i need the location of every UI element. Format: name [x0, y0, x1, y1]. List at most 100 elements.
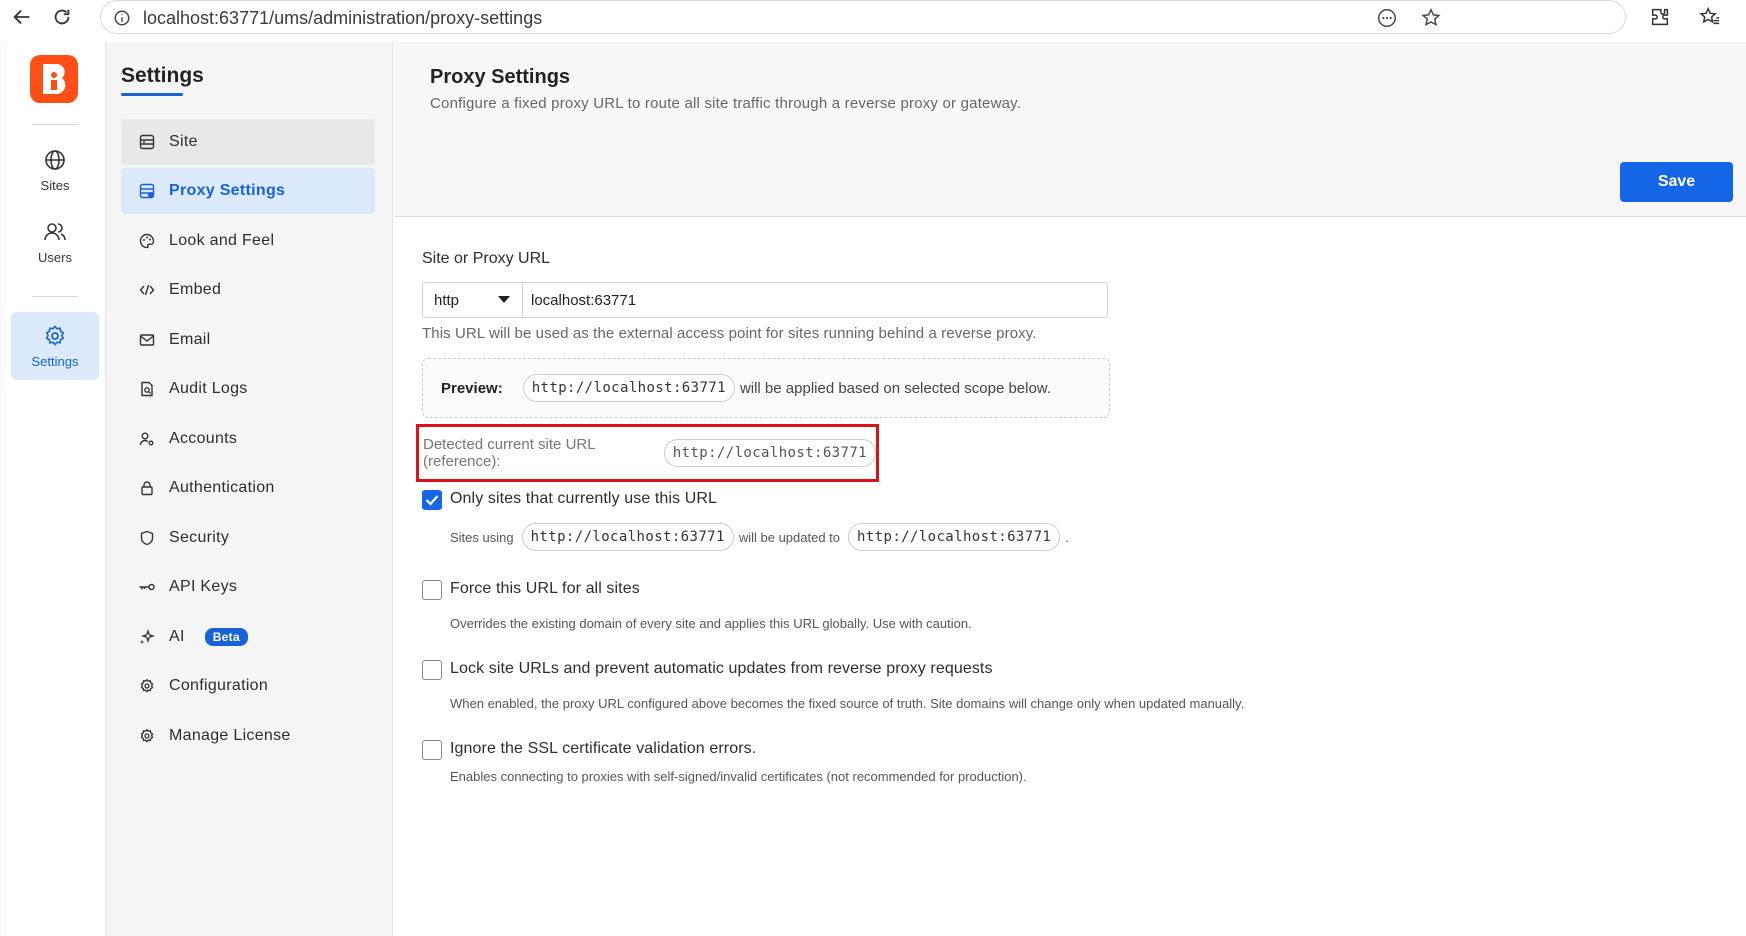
menu-label: AI: [169, 628, 185, 645]
code-icon: [137, 280, 157, 300]
ignore-ssl-checkbox[interactable]: [422, 740, 442, 760]
proxy-icon: [137, 181, 157, 201]
menu-label: Proxy Settings: [169, 182, 286, 199]
menu-label: Accounts: [169, 430, 238, 447]
license-icon: [137, 726, 157, 746]
menu-item-site[interactable]: Site: [121, 119, 375, 165]
menu-item-security[interactable]: Security: [121, 515, 375, 561]
menu-item-ai[interactable]: AI Beta: [121, 614, 375, 660]
palette-icon: [137, 231, 157, 251]
brand-logo[interactable]: [30, 55, 78, 103]
rail-divider: [32, 124, 78, 125]
accounts-icon: [137, 429, 157, 449]
proxy-url-input[interactable]: [523, 283, 1107, 317]
caret-down-icon: [498, 296, 510, 303]
lock-urls-checkbox[interactable]: [422, 660, 442, 680]
bookmark-star-icon[interactable]: [1419, 6, 1443, 30]
site-info-icon[interactable]: [113, 9, 131, 32]
detected-url-chip: http://localhost:63771: [663, 439, 876, 467]
beta-badge: Beta: [204, 628, 248, 646]
menu-label: Configuration: [169, 677, 269, 694]
rail-label-settings: Settings: [31, 353, 79, 369]
address-bar[interactable]: localhost:63771/ums/administration/proxy…: [100, 0, 1626, 34]
menu-label: API Keys: [169, 578, 238, 595]
main-content: Proxy Settings Configure a fixed proxy U…: [394, 42, 1746, 936]
menu-label: Email: [169, 331, 211, 348]
rail-divider: [32, 296, 78, 297]
only-sites-label[interactable]: Only sites that currently use this URL: [450, 490, 717, 508]
protocol-select[interactable]: http: [423, 283, 523, 317]
rail-item-sites[interactable]: Sites: [11, 136, 99, 204]
back-arrow-icon: [13, 9, 30, 25]
settings-title: Settings: [121, 64, 204, 87]
lock-icon: [137, 478, 157, 498]
sites-using-text: Sites using: [450, 529, 514, 545]
menu-label: Audit Logs: [169, 380, 248, 397]
browser-toolbar: localhost:63771/ums/administration/proxy…: [0, 0, 1746, 34]
back-button[interactable]: [8, 3, 36, 31]
protocol-value: http: [434, 291, 460, 309]
address-url[interactable]: localhost:63771/ums/administration/proxy…: [143, 8, 542, 29]
url-help-text: This URL will be used as the external ac…: [422, 325, 1037, 342]
lock-urls-desc: When enabled, the proxy URL configured a…: [450, 696, 1245, 711]
save-button[interactable]: Save: [1620, 162, 1733, 202]
page-subtitle: Configure a fixed proxy URL to route all…: [430, 95, 1022, 112]
gear-icon: [45, 324, 65, 346]
settings-title-underline: [121, 93, 183, 96]
shield-icon: [137, 528, 157, 548]
to-url-chip: http://localhost:63771: [848, 523, 1061, 551]
menu-label: Look and Feel: [169, 232, 275, 249]
reload-icon: [54, 9, 70, 25]
ignore-ssl-desc: Enables connecting to proxies with self-…: [450, 769, 1027, 784]
check-icon: [425, 495, 439, 506]
menu-label: Authentication: [169, 479, 275, 496]
settings-sidebar: Settings Site Proxy Settings Look and Fe…: [106, 42, 393, 936]
menu-item-embed[interactable]: Embed: [121, 267, 375, 313]
menu-item-authentication[interactable]: Authentication: [121, 465, 375, 511]
menu-item-manage-license[interactable]: Manage License: [121, 713, 375, 759]
menu-label: Site: [169, 133, 198, 150]
force-url-label[interactable]: Force this URL for all sites: [450, 580, 640, 598]
rail-label-sites: Sites: [40, 177, 70, 193]
ignore-ssl-label[interactable]: Ignore the SSL certificate validation er…: [450, 740, 756, 758]
preview-label: Preview:: [441, 379, 503, 397]
sites-using-row: Sites using http://localhost:63771 will …: [450, 523, 1069, 551]
page-title: Proxy Settings: [430, 66, 571, 88]
favorites-button[interactable]: [1696, 3, 1724, 31]
reload-button[interactable]: [48, 3, 76, 31]
gear-icon: [137, 676, 157, 696]
audit-icon: [137, 379, 157, 399]
favorites-star-icon: [1699, 6, 1720, 25]
globe-icon: [45, 149, 65, 170]
logo-b-icon: [43, 64, 66, 94]
menu-item-accounts[interactable]: Accounts: [121, 416, 375, 462]
lock-urls-label[interactable]: Lock site URLs and prevent automatic upd…: [450, 660, 993, 678]
preview-box: Preview: http://localhost:63771 will be …: [422, 358, 1110, 418]
menu-item-email[interactable]: Email: [121, 317, 375, 363]
users-icon: [44, 222, 66, 240]
rail-item-settings[interactable]: Settings: [11, 312, 99, 380]
menu-label: Embed: [169, 281, 222, 298]
force-url-desc: Overrides the existing domain of every s…: [450, 616, 972, 631]
updated-to-text: will be updated to: [738, 529, 841, 545]
more-options-icon[interactable]: [1375, 6, 1399, 30]
detected-url-highlight: Detected current site URL (reference): h…: [416, 424, 879, 482]
menu-label: Manage License: [169, 727, 291, 744]
rail-item-users[interactable]: Users: [11, 208, 99, 276]
server-icon: [137, 132, 157, 152]
menu-item-proxy-settings[interactable]: Proxy Settings: [121, 168, 375, 214]
menu-item-look-and-feel[interactable]: Look and Feel: [121, 218, 375, 264]
sparkle-icon: [137, 627, 157, 647]
extensions-button[interactable]: [1646, 3, 1674, 31]
only-sites-checkbox[interactable]: [422, 490, 442, 510]
icon-rail: Sites Users Settings: [6, 42, 106, 936]
key-icon: [137, 577, 157, 597]
from-url-chip: http://localhost:63771: [521, 523, 734, 551]
menu-item-configuration[interactable]: Configuration: [121, 663, 375, 709]
menu-item-api-keys[interactable]: API Keys: [121, 564, 375, 610]
preview-suffix: will be applied based on selected scope …: [739, 379, 1051, 397]
url-field-label: Site or Proxy URL: [422, 250, 551, 267]
force-url-checkbox[interactable]: [422, 580, 442, 600]
sentence-period: .: [1065, 529, 1069, 545]
menu-item-audit-logs[interactable]: Audit Logs: [121, 366, 375, 412]
